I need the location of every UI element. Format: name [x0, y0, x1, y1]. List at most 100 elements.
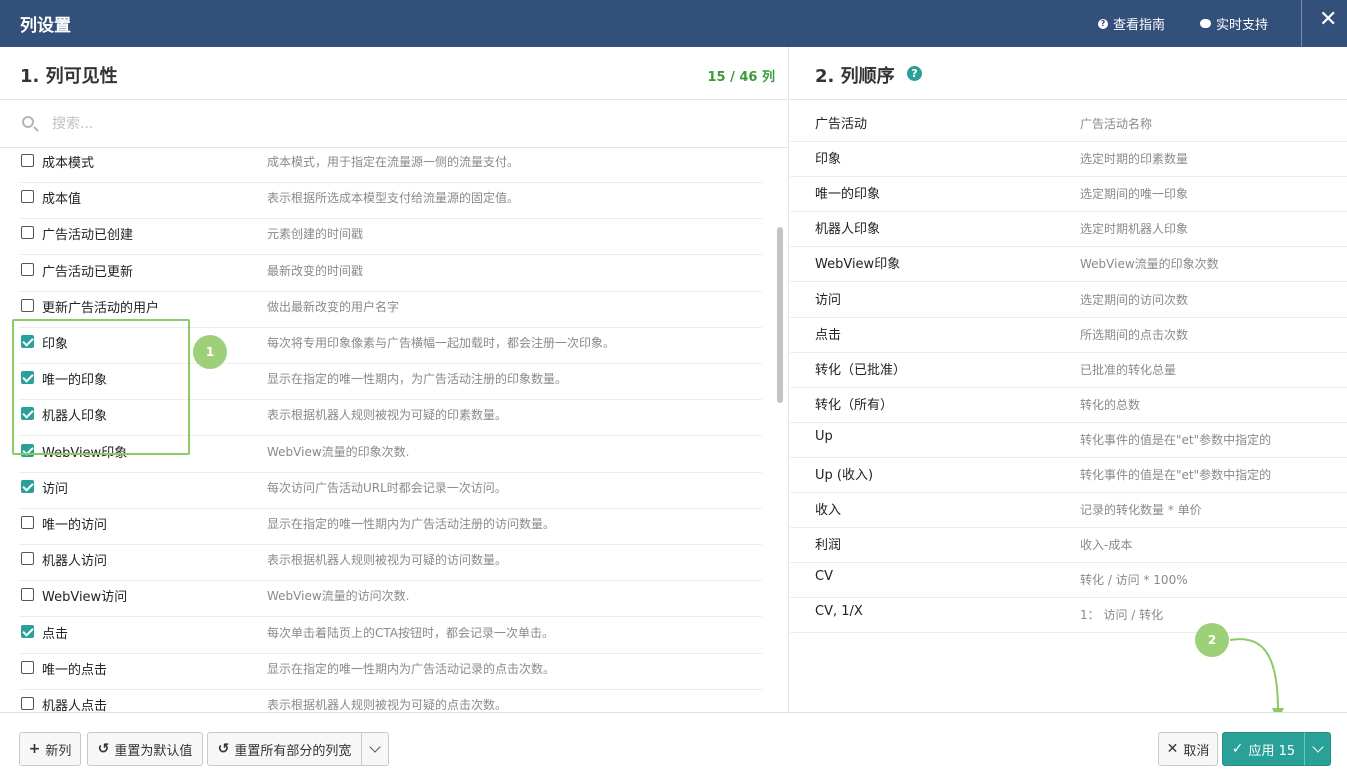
- order-column-description: 转化事件的值是在"et"参数中指定的: [1080, 432, 1272, 447]
- order-column-description: 选定期间的唯一印象: [1080, 187, 1189, 202]
- column-description: 表示根据机器人规则被视为可疑的印素数量。: [267, 408, 508, 423]
- history-icon: ↺: [217, 741, 230, 757]
- column-row[interactable]: WebView访问 WebView流量的访问次数.: [19, 581, 762, 618]
- reset-widths-button[interactable]: ↺ 重置所有部分的列宽: [207, 732, 362, 766]
- chat-icon: [1200, 19, 1211, 28]
- order-column-name: 利润: [815, 538, 842, 554]
- column-checkbox[interactable]: [21, 154, 34, 167]
- view-guide-label: 查看指南: [1113, 18, 1166, 33]
- order-column-name: 转化（所有）: [815, 397, 894, 413]
- column-checkbox[interactable]: [21, 660, 34, 674]
- order-row[interactable]: 转化（所有） 转化的总数: [790, 387, 1347, 423]
- order-row[interactable]: CV 转化 / 访问 * 100%: [790, 562, 1347, 599]
- column-order-panel: 2. 列顺序 ? 广告活动 广告活动名称 印象 选定时期的印素数量 唯一的印象 选定期间的…: [790, 47, 1347, 712]
- scrollbar[interactable]: [777, 227, 783, 403]
- column-row[interactable]: 唯一的点击 显示在指定的唯一性期内为广告活动记录的点击次数。: [19, 654, 762, 690]
- view-guide-link[interactable]: ? 查看指南: [1098, 14, 1165, 33]
- close-icon[interactable]: ✕: [1319, 7, 1337, 32]
- new-column-button[interactable]: + 新列: [19, 732, 81, 766]
- order-row[interactable]: 转化（已批准） 已批准的转化总量: [790, 352, 1347, 388]
- column-description: 表示根据机器人规则被视为可疑的访问数量。: [267, 553, 508, 568]
- order-row[interactable]: 访问 选定期间的访问次数: [790, 282, 1347, 318]
- check-icon: ✓: [1231, 741, 1244, 757]
- column-checkbox[interactable]: [21, 516, 34, 529]
- header-divider: [1301, 0, 1302, 47]
- column-name: 成本模式: [42, 156, 95, 171]
- order-row[interactable]: 印象 选定时期的印素数量: [790, 141, 1347, 178]
- column-row[interactable]: 广告活动已更新 最新改变的时间戳: [19, 256, 762, 292]
- dialog-title: 列设置: [20, 16, 71, 36]
- column-description: WebView流量的印象次数.: [267, 444, 410, 459]
- cancel-button[interactable]: ✕ 取消: [1158, 732, 1218, 766]
- search-bar: [0, 100, 788, 148]
- new-column-label: 新列: [45, 743, 72, 759]
- reset-default-label: 重置为默认值: [114, 743, 193, 759]
- chevron-down-icon: [369, 741, 381, 753]
- order-row[interactable]: 唯一的印象 选定期间的唯一印象: [790, 176, 1347, 213]
- column-description: 每次单击着陆页上的CTA按钮时，都会记录一次单击。: [267, 625, 554, 640]
- live-support-link[interactable]: 实时支持: [1200, 14, 1268, 33]
- order-column-name: 机器人印象: [815, 222, 881, 238]
- order-column-name: 收入: [815, 503, 842, 519]
- column-checkbox[interactable]: [21, 588, 34, 602]
- highlight-box: [12, 319, 190, 455]
- reset-dropdown-toggle[interactable]: [361, 732, 389, 766]
- order-row[interactable]: Up 转化事件的值是在"et"参数中指定的: [790, 422, 1347, 458]
- column-row[interactable]: 唯一的访问 显示在指定的唯一性期内为广告活动注册的访问数量。: [19, 509, 762, 545]
- column-checkbox[interactable]: [21, 479, 34, 493]
- step-badge-1: 1: [193, 335, 227, 369]
- help-icon[interactable]: ?: [907, 66, 922, 81]
- column-checkbox[interactable]: [21, 624, 34, 638]
- visibility-heading: 1. 列可见性: [20, 66, 118, 87]
- column-name: 更新广告活动的用户: [42, 300, 160, 316]
- column-description: 最新改变的时间戳: [267, 263, 364, 278]
- reset-widths-label: 重置所有部分的列宽: [234, 743, 352, 759]
- column-description: 做出最新改变的用户名字: [267, 299, 400, 314]
- column-checkbox[interactable]: [21, 697, 34, 710]
- order-row[interactable]: 收入 记录的转化数量 * 单价: [790, 492, 1347, 529]
- dialog-footer: + 新列 ↺ 重置为默认值 ↺ 重置所有部分的列宽 ✕ 取消 ✓ 应用 15: [0, 712, 1347, 776]
- order-column-description: 所选期间的点击次数: [1080, 327, 1189, 342]
- history-icon: ↺: [97, 741, 110, 757]
- order-column-description: WebView流量的印象次数: [1080, 257, 1219, 272]
- apply-dropdown-toggle[interactable]: [1304, 732, 1331, 766]
- column-checkbox[interactable]: [21, 552, 34, 566]
- order-column-description: 选定时期的印素数量: [1080, 152, 1189, 167]
- order-row[interactable]: Up (收入) 转化事件的值是在"et"参数中指定的: [790, 457, 1347, 493]
- reset-default-button[interactable]: ↺ 重置为默认值: [87, 732, 203, 766]
- order-column-description: 选定期间的访问次数: [1080, 292, 1189, 307]
- column-row[interactable]: 机器人点击 表示根据机器人规则被视为可疑的点击次数。: [19, 690, 762, 712]
- column-row[interactable]: 访问 每次访问广告活动URL时都会记录一次访问。: [19, 473, 762, 509]
- order-column-description: 已批准的转化总量: [1080, 362, 1177, 377]
- order-column-description: 转化的总数: [1080, 397, 1141, 412]
- column-checkbox[interactable]: [21, 190, 34, 204]
- order-column-description: 转化 / 访问 * 100%: [1080, 573, 1188, 588]
- column-name: 唯一的点击: [42, 662, 108, 678]
- column-row[interactable]: 机器人访问 表示根据机器人规则被视为可疑的访问数量。: [19, 545, 762, 582]
- apply-button[interactable]: ✓ 应用 15: [1222, 732, 1305, 766]
- column-description: 每次将专用印象像素与广告横幅一起加载时，都会注册一次印象。: [267, 336, 616, 350]
- order-row[interactable]: WebView印象 WebView流量的印象次数: [790, 246, 1347, 283]
- column-checkbox[interactable]: [21, 226, 34, 240]
- order-column-name: 广告活动: [815, 117, 868, 132]
- column-row[interactable]: 广告活动已创建 元素创建的时间戳: [19, 219, 762, 256]
- column-description: 显示在指定的唯一性期内为广告活动记录的点击次数。: [267, 661, 556, 676]
- order-row[interactable]: 广告活动 广告活动名称: [790, 106, 1347, 142]
- column-name: 访问: [42, 481, 69, 497]
- column-row[interactable]: 点击 每次单击着陆页上的CTA按钮时，都会记录一次单击。: [19, 618, 762, 654]
- search-input[interactable]: [52, 112, 752, 136]
- order-column-description: 记录的转化数量 * 单价: [1080, 503, 1202, 518]
- column-row[interactable]: 成本值 表示根据所选成本模型支付给流量源的固定值。: [19, 183, 762, 220]
- column-description: 显示在指定的唯一性期内，为广告活动注册的印象数量。: [267, 372, 568, 387]
- order-column-name: 印象: [815, 152, 842, 168]
- column-name: 机器人访问: [42, 554, 108, 570]
- cancel-label: 取消: [1183, 743, 1210, 759]
- order-column-name: Up (收入): [815, 468, 874, 483]
- help-icon: ?: [1098, 18, 1108, 29]
- column-checkbox[interactable]: [21, 262, 34, 276]
- order-row[interactable]: 利润 收入-成本: [790, 527, 1347, 564]
- order-row[interactable]: 点击 所选期间的点击次数: [790, 317, 1347, 353]
- column-checkbox[interactable]: [21, 298, 34, 312]
- column-row[interactable]: 成本模式 成本模式，用于指定在流量源一侧的流量支付。: [19, 148, 762, 183]
- order-row[interactable]: 机器人印象 选定时期机器人印象: [790, 211, 1347, 248]
